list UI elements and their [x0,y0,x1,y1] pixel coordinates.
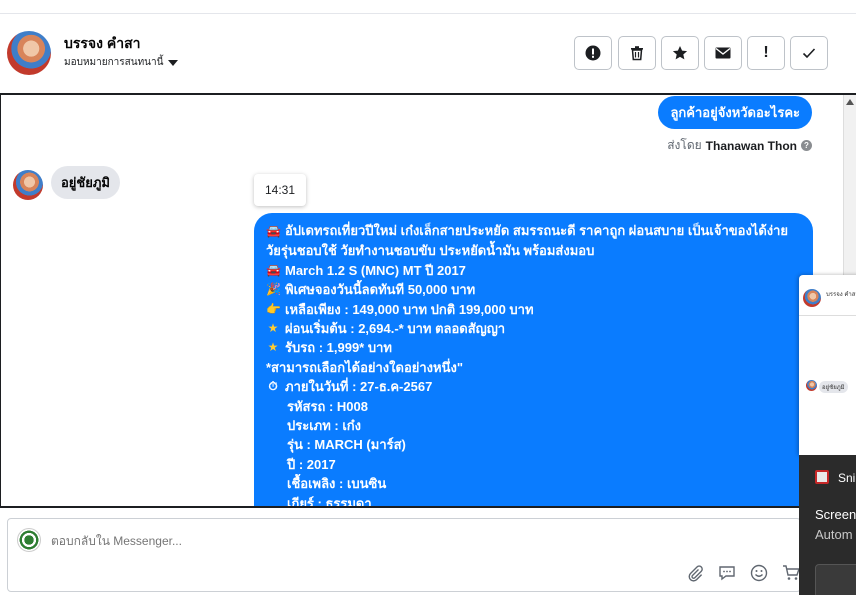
contact-avatar[interactable] [7,31,51,75]
mark-spam-button[interactable] [574,36,612,70]
message-line: ⏱ ภายในวันที่ : 27-ธ.ค-2567 [266,377,801,396]
star-icon [672,46,688,60]
message-line: รุ่น : MARCH (มาร์ส) [287,437,406,453]
car-icon: 🚘 [266,262,281,277]
timestamp-tooltip: 14:31 [254,174,306,206]
paperclip-icon [688,565,703,582]
attach-button[interactable] [685,563,705,583]
message-line: ประเภท : เก๋ง [287,418,362,434]
alert-circle-icon [585,45,601,61]
assign-label: มอบหมายการสนทนานี้ [64,57,164,68]
message-line: 🚘 อัปเดทรถเที่ยวปีใหม่ เก๋งเล็กสายประหยัด… [266,223,789,259]
message-line: เชื้อเพลิง : เบนซิน [287,476,387,492]
outgoing-message[interactable]: ลูกค้าอยู่จังหวัดอะไรคะ [658,96,812,129]
pointing-hand-icon: 👉 [266,301,281,316]
message-line: เกียร์ : ธรรมดา [287,495,372,508]
message-line: ★ ผ่อนเริ่มต้น : 2,694.-* บาท ตลอดสัญญา [266,319,801,338]
snipping-tool-icon [815,470,829,484]
mini-chat-sender-avatar [806,380,817,391]
mini-chat-name: บรรจง คำสา [826,292,856,298]
saved-replies-button[interactable] [717,563,737,583]
notification-app-name: Sni [838,471,856,485]
message-line: 🎉 พิเศษจองวันนี้ลดทันที 50,000 บาท [266,280,801,299]
delete-button[interactable] [618,36,656,70]
shop-button[interactable] [781,563,801,583]
star-emoji-icon: ★ [267,340,279,355]
reply-input[interactable] [51,532,751,550]
sent-by-name: Thanawan Thon [705,138,797,153]
caret-down-icon [168,59,179,66]
outgoing-long-message[interactable]: 🚘 อัปเดทรถเที่ยวปีใหม่ เก๋งเล็กสายประหยัด… [254,213,813,508]
snipping-tool-notification[interactable]: Sni Screen Autom [799,455,856,595]
mark-done-button[interactable] [790,36,828,70]
sent-by-prefix: ส่งโดย [667,138,702,152]
flag-followup-button[interactable]: ! [747,36,785,70]
stopwatch-icon: ⏱ [268,379,278,394]
messenger-inbox-window: บรรจง คำสา มอบหมายการสนทนานี้ ! ลูกค้าอย… [0,0,856,595]
cart-icon [783,565,800,580]
help-icon[interactable]: ? [801,140,812,151]
conversation-header: บรรจง คำสา มอบหมายการสนทนานี้ ! [0,14,856,93]
chat-bubble-icon [719,566,735,581]
message-line: 🚘 March 1.2 S (MNC) MT ปี 2017 [266,261,801,280]
star-emoji-icon: ★ [267,321,279,336]
mini-chat-divider [799,315,856,316]
message-line: รหัสรถ : H008 [287,398,368,414]
page-avatar [17,528,41,552]
mini-chat-message: อยู่ชัยภูมิ [819,381,848,393]
car-icon: 🚘 [266,224,281,238]
mini-chat-popup[interactable]: บรรจง คำสา อยู่ชัยภูมิ [799,275,856,455]
trash-icon [631,46,643,61]
message-line: 👉 เหลือเพียง : 149,000 บาท ปกติ 199,000 บ… [266,300,801,319]
reply-composer[interactable] [7,518,801,592]
notification-heading: Screen [815,507,856,522]
message-line: ปี : 2017 [287,456,336,472]
assign-conversation-dropdown[interactable]: มอบหมายการสนทนานี้ [64,55,179,70]
contact-name[interactable]: บรรจง คำสา [64,33,141,55]
exclamation-icon: ! [763,44,769,61]
emoji-button[interactable] [749,563,769,583]
smiley-icon [750,564,768,582]
mark-unread-button[interactable] [704,36,742,70]
notification-action-button[interactable] [815,564,856,595]
notification-body: Autom [815,527,853,542]
message-thread[interactable]: ลูกค้าอยู่จังหวัดอะไรคะ ส่งโดย Thanawan … [0,93,856,508]
message-line: *สามารถเลือกได้อย่างใดอย่างหนึ่ง" [266,359,463,375]
composer-toolbar [685,563,801,583]
envelope-icon [715,47,731,59]
scroll-up-icon[interactable] [846,99,854,105]
star-button[interactable] [661,36,699,70]
party-popper-icon: 🎉 [266,282,281,297]
mini-chat-avatar [803,289,821,307]
checkmark-icon [802,48,816,59]
incoming-message[interactable]: อยู่ชัยภูมิ [51,166,121,199]
message-line: ★ รับรถ : 1,999* บาท [266,338,801,357]
sender-avatar [13,170,43,200]
sent-by-info: ส่งโดย Thanawan Thon ? [667,136,812,155]
